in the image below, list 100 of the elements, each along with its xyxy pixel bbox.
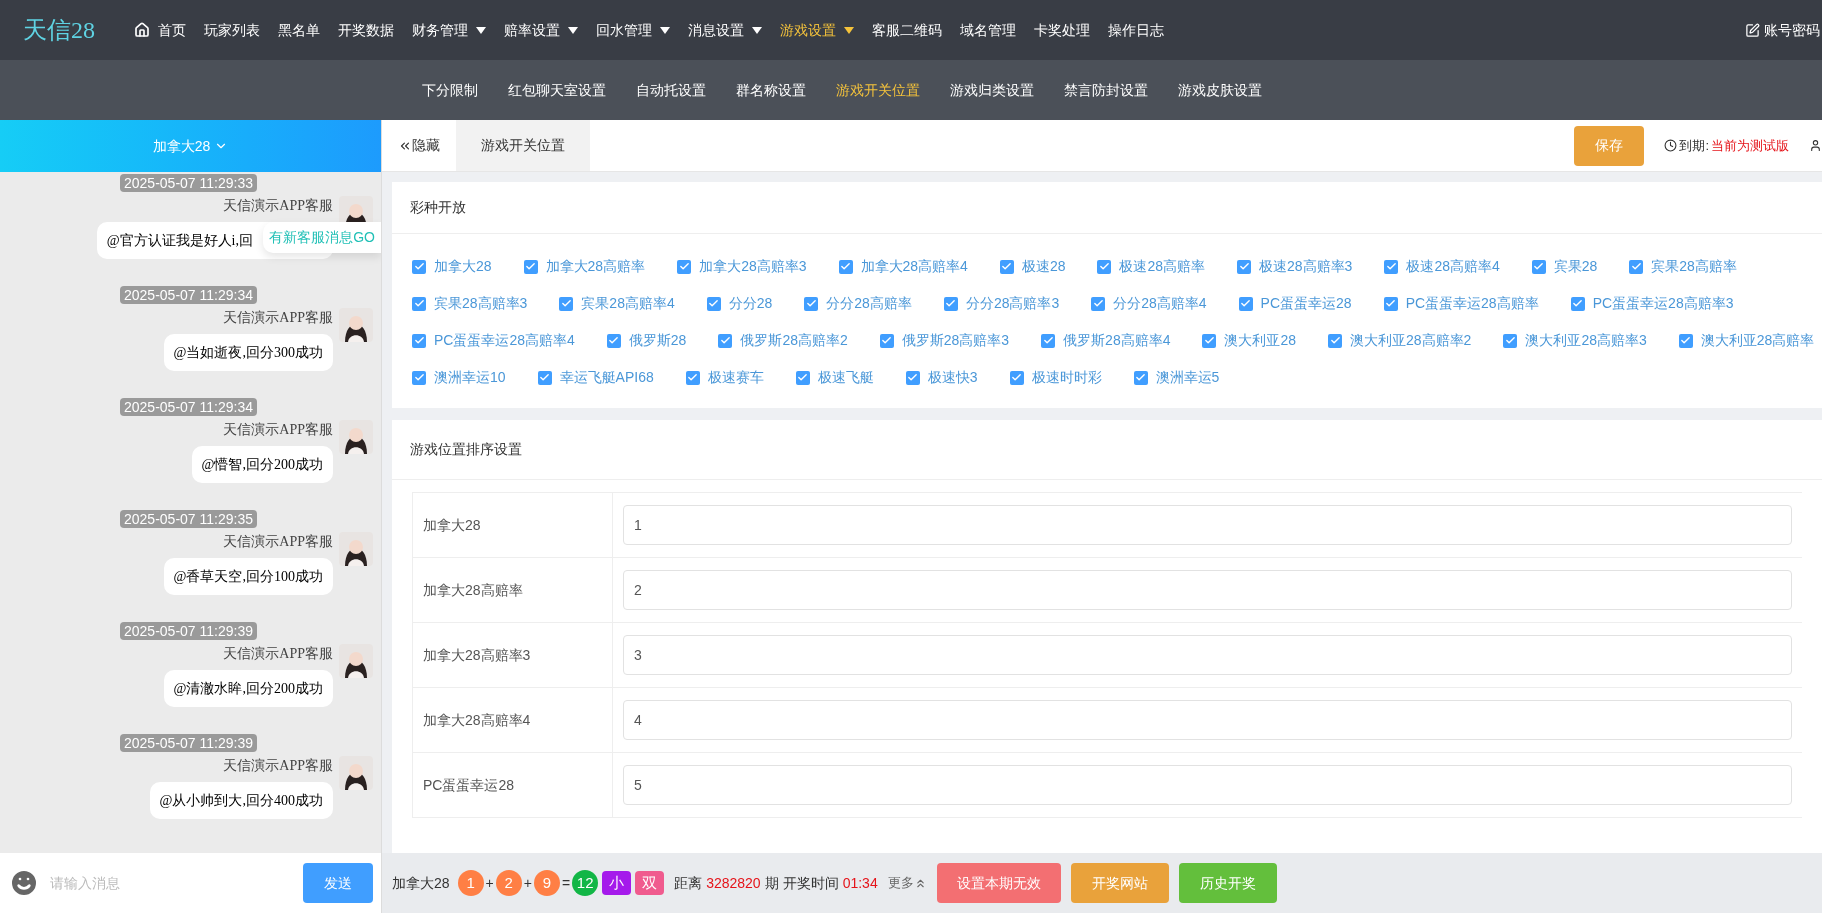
- checkbox-label[interactable]: 极速赛车: [707, 367, 764, 388]
- checkbox-label[interactable]: 宾果28高赔率4: [581, 293, 675, 314]
- checkbox-label[interactable]: PC蛋蛋幸运28: [1260, 293, 1352, 314]
- checkbox-label[interactable]: 极速28: [1021, 256, 1066, 277]
- subnav-item[interactable]: 红包聊天室设置: [498, 79, 616, 101]
- hide-button[interactable]: 隐藏: [382, 120, 456, 171]
- checkbox-label[interactable]: 俄罗斯28高赔率4: [1063, 330, 1171, 351]
- checkbox-label[interactable]: 加拿大28高赔率: [545, 256, 646, 277]
- checkbox-label[interactable]: 澳大利亚28高赔率3: [1525, 330, 1647, 351]
- subnav-item[interactable]: 群名称设置: [726, 79, 816, 101]
- checkbox[interactable]: [1202, 333, 1217, 348]
- checkbox-label[interactable]: 加拿大28高赔率3: [699, 256, 807, 277]
- page-tab[interactable]: 游戏开关位置: [456, 120, 590, 171]
- checkbox[interactable]: [804, 296, 819, 311]
- nav-item[interactable]: 域名管理: [951, 19, 1025, 41]
- checkbox-label[interactable]: 分分28高赔率3: [965, 293, 1060, 314]
- checkbox-label[interactable]: 分分28高赔率: [826, 293, 912, 314]
- account-link[interactable]: 账号密码: [1745, 19, 1822, 41]
- checkbox-label[interactable]: 澳大利亚28高赔率2: [1350, 330, 1472, 351]
- checkbox[interactable]: [606, 333, 621, 348]
- checkbox[interactable]: [1133, 370, 1148, 385]
- checkbox[interactable]: [706, 296, 721, 311]
- checkbox-label[interactable]: 澳大利亚28: [1224, 330, 1297, 351]
- checkbox[interactable]: [412, 370, 426, 385]
- checkbox[interactable]: [879, 333, 894, 348]
- checkbox-label[interactable]: 极速飞艇: [817, 367, 874, 388]
- checkbox[interactable]: [1678, 333, 1693, 348]
- checkbox-label[interactable]: 宾果28: [1553, 256, 1598, 277]
- checkbox[interactable]: [412, 333, 426, 348]
- checkbox[interactable]: [943, 296, 958, 311]
- checkbox[interactable]: [1629, 259, 1644, 274]
- checkbox[interactable]: [1238, 296, 1253, 311]
- nav-item[interactable]: 财务管理: [403, 19, 495, 41]
- checkbox-label[interactable]: 极速28高赔率4: [1406, 256, 1500, 277]
- checkbox[interactable]: [537, 370, 552, 385]
- checkbox-label[interactable]: 宾果28高赔率3: [434, 293, 528, 314]
- checkbox[interactable]: [795, 370, 810, 385]
- subnav-item[interactable]: 自动托设置: [626, 79, 716, 101]
- checkbox-label[interactable]: 加拿大28: [434, 256, 492, 277]
- checkbox[interactable]: [677, 259, 692, 274]
- nav-item[interactable]: 赔率设置: [495, 19, 587, 41]
- checkbox[interactable]: [999, 259, 1014, 274]
- action-button[interactable]: 开奖网站: [1070, 863, 1169, 903]
- checkbox-label[interactable]: 澳洲幸运10: [434, 367, 506, 388]
- checkbox-label[interactable]: 俄罗斯28高赔率2: [740, 330, 848, 351]
- checkbox-label[interactable]: PC蛋蛋幸运28高赔率: [1405, 293, 1539, 314]
- action-button[interactable]: 历史开奖: [1178, 863, 1277, 903]
- checkbox-label[interactable]: 极速28高赔率: [1119, 256, 1206, 277]
- subnav-item[interactable]: 游戏皮肤设置: [1168, 79, 1272, 101]
- checkbox-label[interactable]: PC蛋蛋幸运28高赔率3: [1592, 293, 1734, 314]
- more-link[interactable]: 更多: [887, 873, 927, 893]
- save-button[interactable]: 保存: [1574, 125, 1645, 166]
- checkbox-label[interactable]: 幸运飞艇API68: [559, 367, 654, 388]
- checkbox[interactable]: [1503, 333, 1518, 348]
- checkbox[interactable]: [905, 370, 920, 385]
- nav-item[interactable]: 首页: [125, 19, 195, 41]
- nav-item[interactable]: 回水管理: [587, 19, 679, 41]
- checkbox-label[interactable]: 极速快3: [927, 367, 978, 388]
- new-message-notice[interactable]: 有新客服消息GO: [263, 222, 381, 253]
- checkbox-label[interactable]: 极速时时彩: [1031, 367, 1102, 388]
- nav-item[interactable]: 玩家列表: [195, 19, 269, 41]
- checkbox[interactable]: [838, 259, 853, 274]
- checkbox-label[interactable]: 宾果28高赔率: [1651, 256, 1737, 277]
- checkbox[interactable]: [412, 296, 426, 311]
- checkbox[interactable]: [1384, 259, 1399, 274]
- checkbox[interactable]: [1328, 333, 1343, 348]
- checkbox[interactable]: [1531, 259, 1546, 274]
- checkbox[interactable]: [718, 333, 733, 348]
- subnav-item[interactable]: 游戏开关位置: [826, 79, 930, 101]
- nav-item[interactable]: 卡奖处理: [1025, 19, 1099, 41]
- checkbox[interactable]: [685, 370, 700, 385]
- checkbox-label[interactable]: 俄罗斯28高赔率3: [901, 330, 1010, 351]
- checkbox[interactable]: [412, 259, 426, 274]
- nav-item[interactable]: 黑名单: [269, 19, 329, 41]
- position-input[interactable]: 4: [623, 700, 1792, 740]
- position-input[interactable]: 3: [623, 635, 1792, 675]
- action-button[interactable]: 设置本期无效: [936, 863, 1061, 903]
- subnav-item[interactable]: 禁言防封设置: [1054, 79, 1158, 101]
- message-input[interactable]: 请输入消息: [50, 872, 293, 894]
- nav-item[interactable]: 游戏设置: [771, 19, 863, 41]
- checkbox-label[interactable]: 分分28: [728, 293, 773, 314]
- nav-item[interactable]: 消息设置: [679, 19, 771, 41]
- checkbox[interactable]: [559, 296, 574, 311]
- subnav-item[interactable]: 下分限制: [412, 79, 488, 101]
- checkbox[interactable]: [1091, 296, 1106, 311]
- checkbox[interactable]: [1383, 296, 1398, 311]
- checkbox[interactable]: [523, 259, 538, 274]
- send-button[interactable]: 发送: [303, 863, 373, 903]
- checkbox-label[interactable]: PC蛋蛋幸运28高赔率4: [434, 330, 575, 351]
- room-selector[interactable]: 加拿大28: [0, 120, 381, 172]
- checkbox[interactable]: [1041, 333, 1056, 348]
- position-input[interactable]: 2: [623, 570, 1792, 610]
- checkbox-label[interactable]: 澳洲幸运5: [1155, 367, 1220, 388]
- checkbox[interactable]: [1237, 259, 1252, 274]
- checkbox-label[interactable]: 澳大利亚28高赔率: [1700, 330, 1815, 351]
- nav-item[interactable]: 客服二维码: [863, 19, 951, 41]
- checkbox-label[interactable]: 俄罗斯28: [628, 330, 687, 351]
- checkbox-label[interactable]: 极速28高赔率3: [1259, 256, 1353, 277]
- subnav-item[interactable]: 游戏归类设置: [940, 79, 1044, 101]
- nav-item[interactable]: 操作日志: [1099, 19, 1173, 41]
